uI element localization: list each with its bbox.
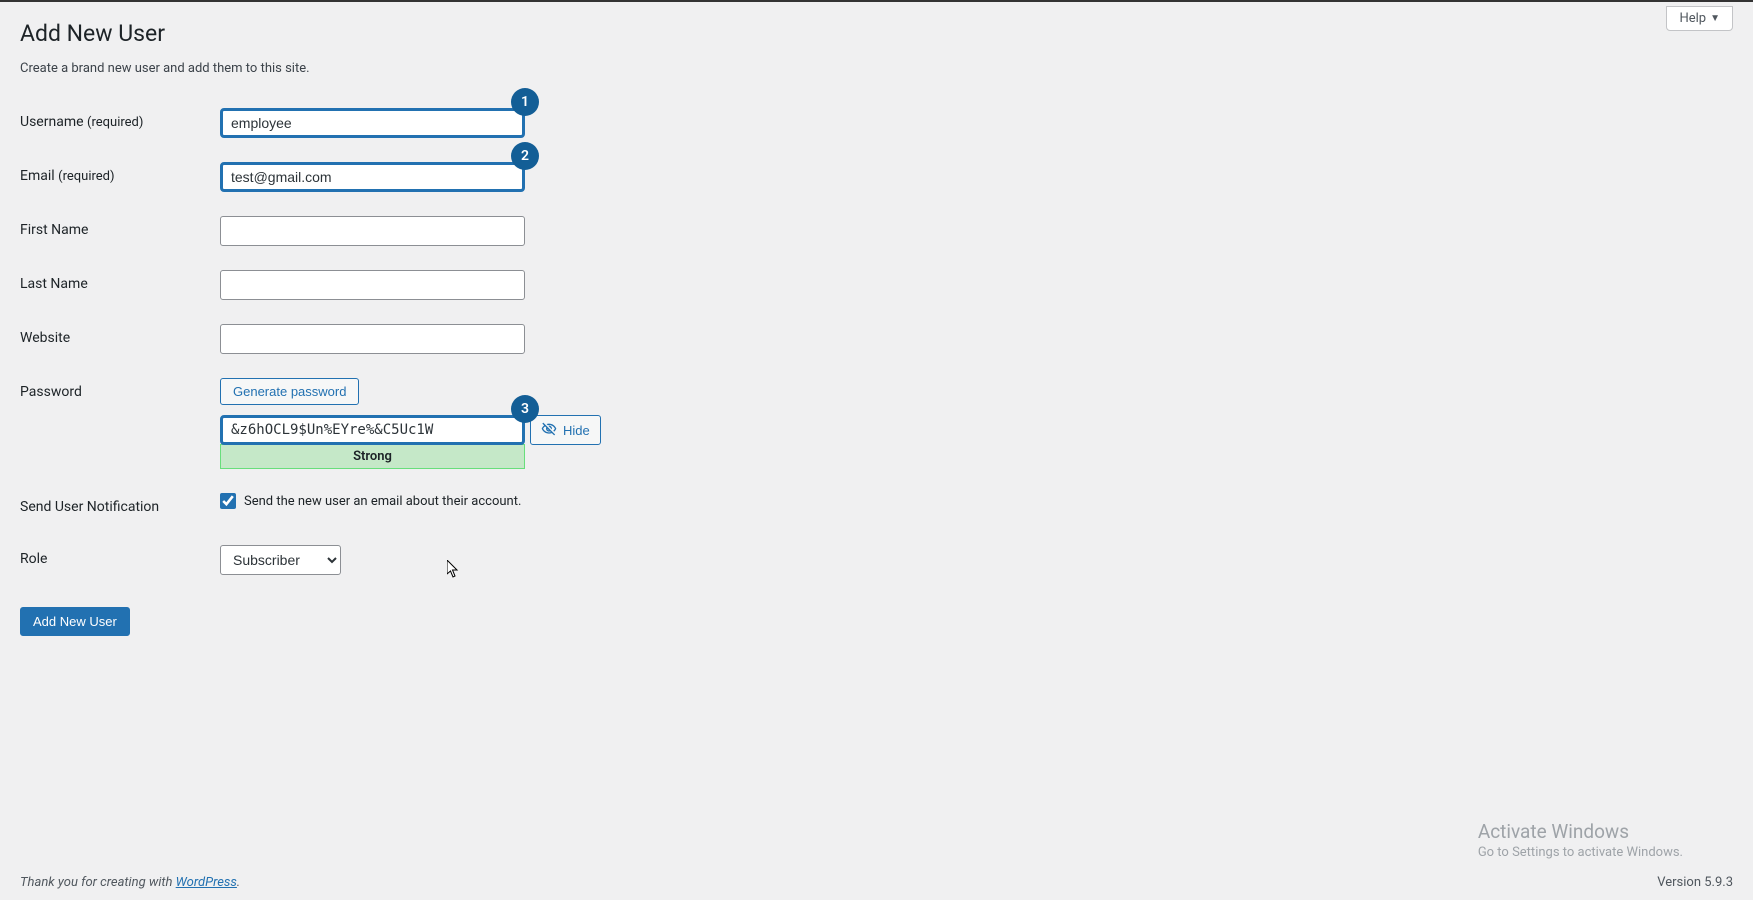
- watermark-subtitle: Go to Settings to activate Windows.: [1478, 845, 1683, 860]
- footer-thanks: Thank you for creating with WordPress.: [20, 875, 240, 890]
- user-form-table: Username (required) 1 Email (required): [20, 96, 1733, 587]
- password-row: 3 Hide: [220, 415, 1723, 445]
- help-tab[interactable]: Help ▼: [1666, 6, 1733, 31]
- role-select[interactable]: Subscriber: [220, 545, 341, 575]
- password-label: Password: [20, 384, 82, 400]
- notification-checkbox[interactable]: [220, 493, 236, 509]
- wordpress-link[interactable]: WordPress: [176, 875, 237, 890]
- website-label: Website: [20, 330, 70, 346]
- content-wrap: Help ▼ Add New User Create a brand new u…: [0, 2, 1753, 696]
- footer: Thank you for creating with WordPress. V…: [20, 875, 1733, 890]
- hide-password-button[interactable]: Hide: [530, 415, 601, 445]
- firstname-input[interactable]: [220, 216, 525, 246]
- website-input[interactable]: [220, 324, 525, 354]
- lastname-input[interactable]: [220, 270, 525, 300]
- password-input[interactable]: [220, 415, 525, 445]
- notification-text: Send the new user an email about their a…: [244, 494, 521, 509]
- password-strength: Strong: [220, 444, 525, 469]
- username-input[interactable]: [220, 108, 525, 138]
- callout-badge-2: 2: [511, 142, 539, 170]
- add-new-user-button[interactable]: Add New User: [20, 607, 130, 636]
- username-label: Username: [20, 114, 84, 130]
- eye-slash-icon: [541, 421, 557, 440]
- chevron-down-icon: ▼: [1710, 13, 1720, 24]
- callout-badge-1: 1: [511, 88, 539, 116]
- username-required: (required): [87, 115, 143, 130]
- email-label: Email: [20, 168, 55, 184]
- page-description: Create a brand new user and add them to …: [20, 61, 1733, 76]
- hide-label: Hide: [563, 423, 590, 438]
- generate-password-button[interactable]: Generate password: [220, 378, 359, 405]
- watermark-title: Activate Windows: [1478, 820, 1683, 843]
- firstname-label: First Name: [20, 222, 88, 238]
- email-required: (required): [58, 169, 114, 184]
- notification-label: Send User Notification: [20, 499, 159, 515]
- email-input[interactable]: [220, 162, 525, 192]
- help-label: Help: [1679, 11, 1706, 26]
- windows-watermark: Activate Windows Go to Settings to activ…: [1478, 820, 1683, 860]
- lastname-label: Last Name: [20, 276, 88, 292]
- page-title: Add New User: [20, 20, 1733, 47]
- role-label: Role: [20, 551, 47, 567]
- version-label: Version 5.9.3: [1657, 875, 1733, 890]
- callout-badge-3: 3: [511, 395, 539, 423]
